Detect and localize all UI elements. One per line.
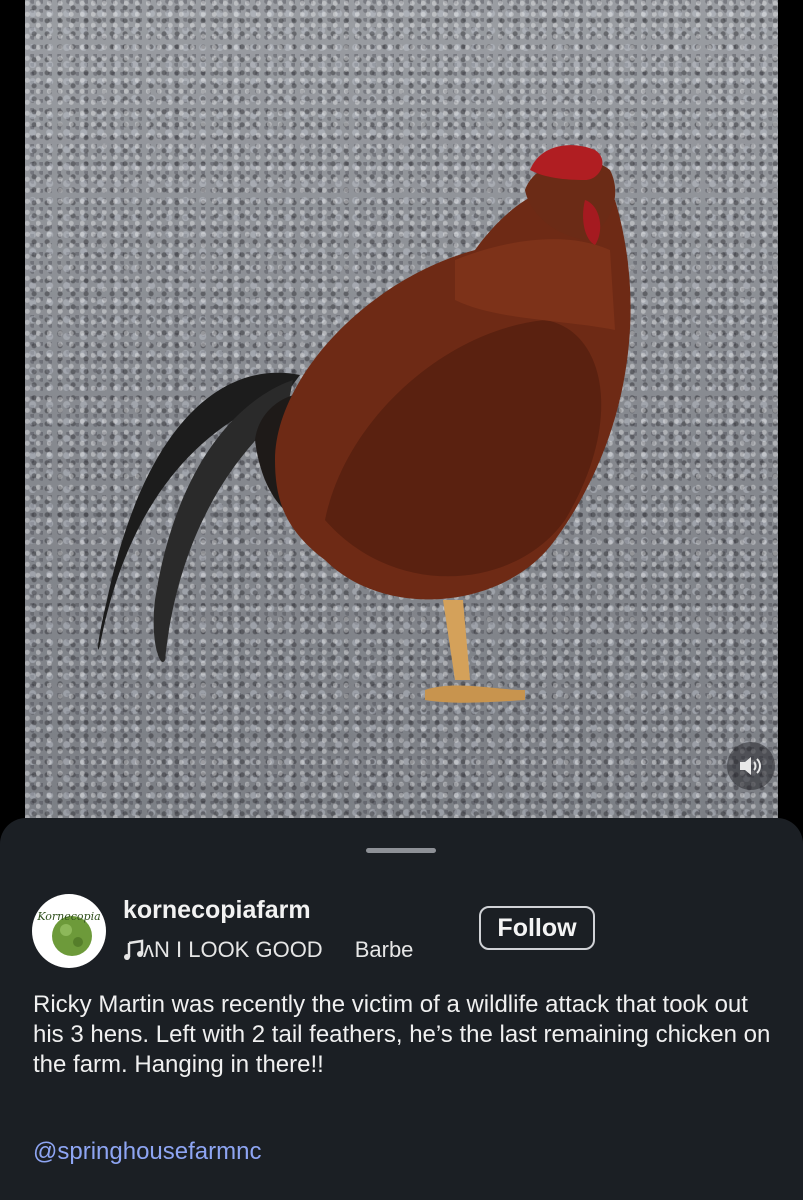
username[interactable]: kornecopiafarm <box>123 896 311 925</box>
video-player[interactable] <box>25 0 778 822</box>
follow-button[interactable]: Follow <box>479 906 595 950</box>
post-caption: Ricky Martin was recently the victim of … <box>33 991 771 1078</box>
music-track: ʌN I LOOK GOOD <box>143 937 323 962</box>
svg-text:Kornecopia: Kornecopia <box>36 910 100 923</box>
rooster-image <box>97 145 631 703</box>
mention-link[interactable]: @springhousefarmnc <box>33 1138 261 1166</box>
sheet-grabber[interactable] <box>366 848 436 853</box>
mute-button[interactable] <box>727 742 775 790</box>
speaker-icon <box>740 757 761 775</box>
avatar[interactable]: Kornecopia <box>32 894 106 968</box>
kornecopia-logo-icon: Kornecopia <box>33 895 105 967</box>
music-row[interactable]: ʌN I LOOK GOOD Barbe <box>123 934 455 966</box>
music-artist: Barbe <box>354 937 414 962</box>
bottom-sheet: Kornecopia kornecopiafarm ʌN I LOOK GOOD… <box>0 818 803 1200</box>
music-note-icon <box>124 939 144 960</box>
